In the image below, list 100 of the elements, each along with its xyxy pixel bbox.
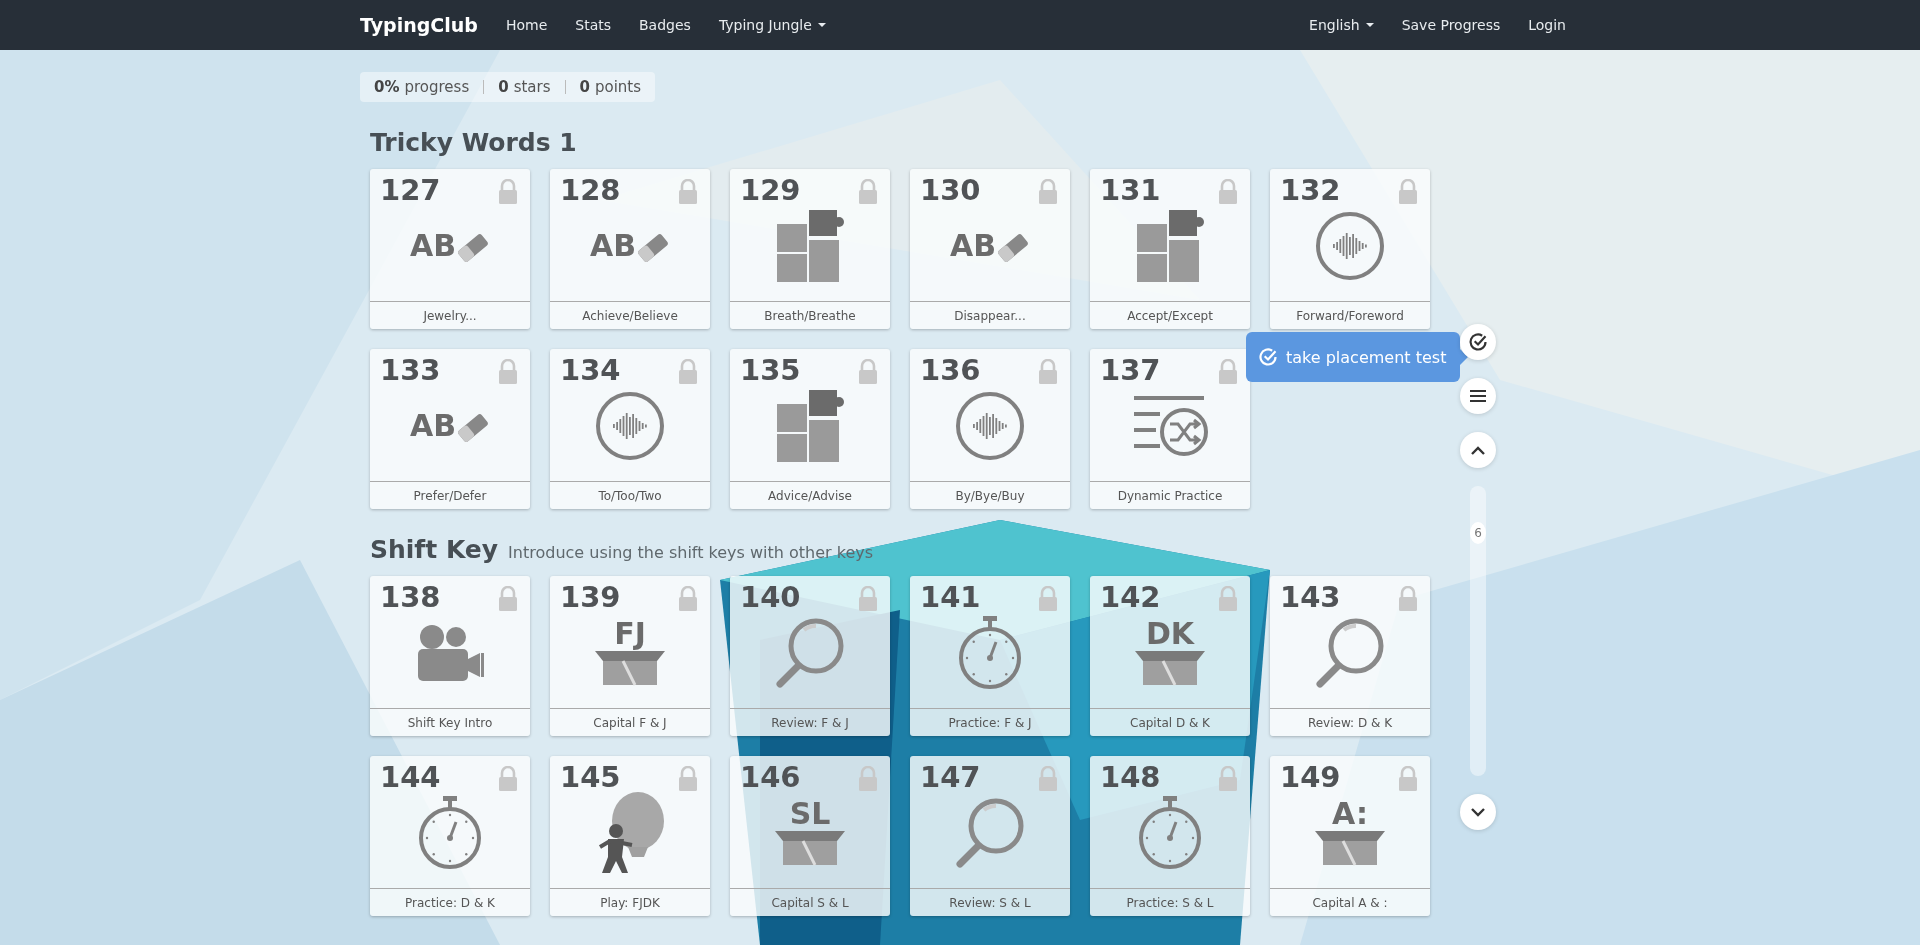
lesson-label: Practice: F & J <box>910 708 1070 736</box>
lesson-number: 132 <box>1280 173 1341 207</box>
lesson-card[interactable]: 146 SL Capital S & L <box>730 756 890 916</box>
lesson-label: Capital D & K <box>1090 708 1250 736</box>
nav-link[interactable]: Save Progress <box>1387 17 1515 33</box>
lesson-number: 145 <box>560 760 621 794</box>
lesson-label: Capital A & : <box>1270 888 1430 916</box>
section-title: Tricky Words 1 <box>370 128 577 157</box>
nav-link[interactable]: English <box>1295 17 1388 33</box>
lesson-number: 141 <box>920 580 981 614</box>
menu-icon <box>1470 390 1486 402</box>
lesson-label: Accept/Except <box>1090 301 1250 329</box>
sound-wave-icon <box>955 391 1025 461</box>
lesson-number: 131 <box>1100 173 1161 207</box>
lesson-number: 144 <box>380 760 441 794</box>
puzzle-icon <box>1135 208 1205 284</box>
puzzle-icon <box>775 388 845 464</box>
lesson-card[interactable]: 127 AB Jewelry... <box>370 169 530 329</box>
sound-wave-icon <box>595 391 665 461</box>
lesson-number: 133 <box>380 353 441 387</box>
stat-value: 0 <box>579 78 590 96</box>
lesson-card[interactable]: 139 FJ Capital F & J <box>550 576 710 736</box>
lesson-number: 129 <box>740 173 801 207</box>
lesson-card[interactable]: 137 Dynamic Practice <box>1090 349 1250 509</box>
lesson-card[interactable]: 133 AB Prefer/Defer <box>370 349 530 509</box>
lesson-label: Forward/Foreword <box>1270 301 1430 329</box>
nav-link[interactable]: Typing Jungle <box>704 17 840 33</box>
scroll-track[interactable]: 6 <box>1470 486 1486 776</box>
lesson-label: By/Bye/Buy <box>910 481 1070 509</box>
nav-link[interactable]: Home <box>491 17 562 33</box>
open-box-icon <box>1133 649 1207 687</box>
lesson-label: Play: FJDK <box>550 888 710 916</box>
lesson-label: Practice: S & L <box>1090 888 1250 916</box>
lesson-number: 136 <box>920 353 981 387</box>
stat-label: progress <box>404 78 470 96</box>
nav-link[interactable]: Stats <box>561 17 625 33</box>
lesson-card[interactable]: 129 Breath/Breathe <box>730 169 890 329</box>
lesson-card[interactable]: 147 Review: S & L <box>910 756 1070 916</box>
lesson-label: Breath/Breathe <box>730 301 890 329</box>
caret-icon <box>1365 23 1374 27</box>
icon-letters: AB <box>409 411 457 441</box>
magnifying-glass-icon <box>774 616 846 690</box>
lesson-card[interactable]: 141 Practice: F & J <box>910 576 1070 736</box>
lesson-card[interactable]: 144 Practice: D & K <box>370 756 530 916</box>
sound-wave-icon <box>1315 211 1385 281</box>
lesson-label: Achieve/Believe <box>550 301 710 329</box>
lesson-number: 139 <box>560 580 621 614</box>
lesson-card[interactable]: 138 Shift Key Intro <box>370 576 530 736</box>
lesson-number: 137 <box>1100 353 1161 387</box>
lesson-number: 142 <box>1100 580 1161 614</box>
lesson-number: 134 <box>560 353 621 387</box>
section-title: Shift Key <box>370 535 499 564</box>
icon-letters: AB <box>409 231 457 261</box>
check-circle-icon <box>1468 332 1488 352</box>
icon-letters: SL <box>789 799 831 829</box>
lesson-number: 143 <box>1280 580 1341 614</box>
lesson-card[interactable]: 128 AB Achieve/Believe <box>550 169 710 329</box>
lesson-number: 147 <box>920 760 981 794</box>
puzzle-icon <box>775 208 845 284</box>
lesson-card[interactable]: 130 AB Disappear... <box>910 169 1070 329</box>
lesson-label: Review: D & K <box>1270 708 1430 736</box>
lesson-card[interactable]: 135 Advice/Advise <box>730 349 890 509</box>
icon-letters: FJ <box>614 619 646 649</box>
open-box-icon <box>773 829 847 867</box>
lesson-label: Review: F & J <box>730 708 890 736</box>
check-circle-icon <box>1258 347 1278 367</box>
lesson-number: 148 <box>1100 760 1161 794</box>
lesson-number: 128 <box>560 173 621 207</box>
lesson-label: Disappear... <box>910 301 1070 329</box>
magnifying-glass-icon <box>1314 616 1386 690</box>
icon-letters: A: <box>1332 799 1368 829</box>
icon-letters: AB <box>949 231 997 261</box>
lesson-card[interactable]: 132 Forward/Foreword <box>1270 169 1430 329</box>
lesson-card[interactable]: 134 To/Too/Two <box>550 349 710 509</box>
lesson-card[interactable]: 136 By/Bye/Buy <box>910 349 1070 509</box>
lesson-label: Advice/Advise <box>730 481 890 509</box>
nav-link[interactable]: Badges <box>625 17 705 33</box>
lesson-card[interactable]: 140 Review: F & J <box>730 576 890 736</box>
lesson-label: Dynamic Practice <box>1090 481 1250 509</box>
lesson-number: 135 <box>740 353 801 387</box>
lesson-card[interactable]: 145 Play: FJDK <box>550 756 710 916</box>
lesson-card[interactable]: 143 Review: D & K <box>1270 576 1430 736</box>
lesson-card[interactable]: 149 A: Capital A & : <box>1270 756 1430 916</box>
lesson-label: Shift Key Intro <box>370 708 530 736</box>
brand-logo[interactable]: TypingClub <box>360 14 478 36</box>
lesson-card[interactable]: 131 Accept/Except <box>1090 169 1250 329</box>
magnifying-glass-icon <box>954 796 1026 870</box>
nav-link[interactable]: Login <box>1514 17 1580 33</box>
caret-icon <box>817 23 826 27</box>
chevron-down-icon <box>1471 807 1485 817</box>
lesson-card[interactable]: 148 Practice: S & L <box>1090 756 1250 916</box>
lesson-number: 149 <box>1280 760 1341 794</box>
lesson-number: 127 <box>380 173 441 207</box>
icon-letters: AB <box>589 231 637 261</box>
lesson-label: To/Too/Two <box>550 481 710 509</box>
icon-letters: DK <box>1145 619 1195 649</box>
lesson-card[interactable]: 142 DK Capital D & K <box>1090 576 1250 736</box>
lesson-label: Prefer/Defer <box>370 481 530 509</box>
stat-value: 0% <box>374 78 400 96</box>
lesson-label: Capital F & J <box>550 708 710 736</box>
